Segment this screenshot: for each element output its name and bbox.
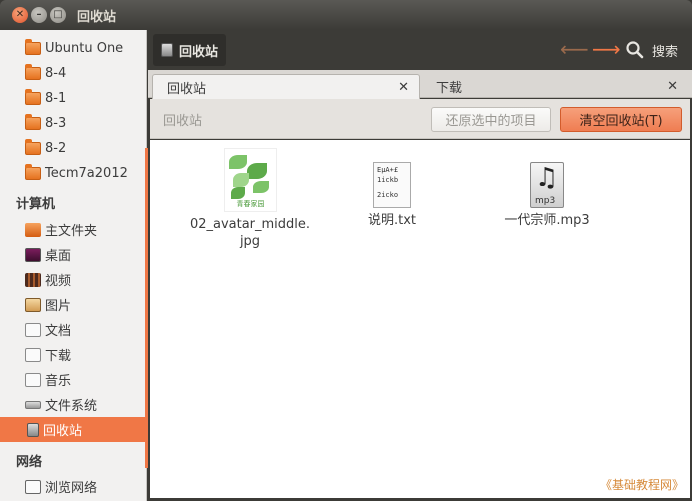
- file-name-line: jpg: [239, 234, 261, 249]
- tab-label: 下载: [436, 81, 463, 96]
- sidebar-item-trash[interactable]: 回收站: [0, 417, 146, 442]
- sidebar-item-documents[interactable]: 文档: [0, 317, 146, 342]
- documents-icon: [25, 322, 41, 337]
- sidebar-heading-computer: 计算机: [16, 197, 56, 212]
- forward-arrow-icon[interactable]: ⟶: [592, 37, 621, 61]
- music-note-icon: ♫: [535, 163, 559, 193]
- sidebar-item-label: 图片: [45, 299, 72, 314]
- file-name-line: 一代宗师.mp3: [504, 213, 590, 228]
- sidebar-item-label: Tecm7a2012: [45, 166, 128, 181]
- sidebar-item-8-1[interactable]: 8-1: [0, 86, 146, 111]
- trash-bar-title: 回收站: [163, 114, 203, 129]
- sidebar-item-label: 8-3: [45, 116, 67, 131]
- file-name-line: 说明.txt: [367, 213, 417, 228]
- folder-icon: [25, 39, 41, 55]
- sidebar-item-8-3[interactable]: 8-3: [0, 111, 146, 136]
- tab-label: 回收站: [167, 81, 207, 97]
- close-window-icon[interactable]: ✕: [12, 7, 28, 23]
- sidebar-scrollbar[interactable]: [145, 148, 148, 468]
- folder-icon: [25, 164, 41, 180]
- trash-icon: [161, 43, 173, 57]
- folder-icon: [25, 139, 41, 155]
- maximize-window-icon[interactable]: □: [50, 7, 66, 23]
- sidebar-item-browse-network[interactable]: 浏览网络: [0, 474, 146, 499]
- sidebar-item-videos[interactable]: 视频: [0, 267, 146, 292]
- image-thumbnail: 青春家园: [223, 148, 277, 212]
- file-extension-label: mp3: [535, 196, 556, 206]
- file-view[interactable]: 青春家园 02_avatar_middle. jpg EµA+£ 1ickb 2…: [150, 140, 690, 498]
- search-label[interactable]: 搜索: [652, 41, 678, 60]
- window-title: 回收站: [77, 10, 117, 25]
- sidebar-item-label: 下载: [45, 349, 72, 364]
- sidebar-item-label: 8-1: [45, 91, 67, 106]
- minimize-window-icon[interactable]: –: [31, 7, 47, 23]
- file-item-audio[interactable]: ♫ mp3 一代宗师.mp3: [477, 162, 617, 229]
- sidebar-item-label: 文档: [45, 324, 72, 339]
- watermark: 《基础教程网》: [600, 478, 685, 492]
- sidebar-item-ubuntu-one[interactable]: Ubuntu One: [0, 36, 146, 61]
- folder-icon: [25, 64, 41, 80]
- sidebar-item-label: 回收站: [43, 424, 83, 439]
- videos-icon: [25, 272, 41, 287]
- sidebar-item-desktop[interactable]: 桌面: [0, 242, 146, 267]
- location-label: 回收站: [179, 44, 219, 60]
- file-item-text[interactable]: EµA+£ 1ickb 2icko 说明.txt: [322, 162, 462, 229]
- audio-file-icon: ♫ mp3: [530, 162, 564, 208]
- home-folder-icon: [25, 222, 41, 237]
- toolbar: 回收站 ⟵ ⟶ 搜索: [148, 30, 692, 70]
- sidebar-item-label: 浏览网络: [45, 481, 98, 496]
- text-preview-line: 1ickb: [377, 176, 399, 184]
- trash-info-bar: 回收站 还原选中的项目 清空回收站(T): [150, 99, 690, 139]
- sidebar-item-label: 8-2: [45, 141, 67, 156]
- thumbnail-caption: 青春家园: [236, 200, 265, 208]
- network-icon: [25, 479, 41, 494]
- sidebar-item-label: 桌面: [45, 249, 72, 264]
- folder-icon: [25, 89, 41, 105]
- search-icon[interactable]: [625, 40, 645, 60]
- close-icon[interactable]: ✕: [667, 79, 678, 94]
- empty-trash-button[interactable]: 清空回收站(T): [560, 107, 682, 132]
- desktop-icon: [25, 247, 41, 262]
- sidebar-item-music[interactable]: 音乐: [0, 367, 146, 392]
- music-icon: [25, 372, 41, 387]
- file-name-line: 02_avatar_middle.: [189, 217, 311, 232]
- title-bar: ✕ – □ 回收站: [0, 0, 692, 30]
- pictures-icon: [25, 297, 41, 312]
- restore-selected-button[interactable]: 还原选中的项目: [431, 107, 551, 132]
- trash-icon: [27, 422, 39, 437]
- filesystem-icon: [25, 400, 41, 409]
- sidebar-item-label: Ubuntu One: [45, 41, 124, 56]
- sidebar-item-home[interactable]: 主文件夹: [0, 217, 146, 242]
- location-button-trash[interactable]: 回收站: [153, 34, 227, 66]
- back-arrow-icon[interactable]: ⟵: [560, 37, 589, 61]
- tab-downloads[interactable]: 下载 ✕: [422, 74, 688, 99]
- tab-trash[interactable]: 回收站 ✕: [152, 74, 420, 99]
- file-item-image[interactable]: 青春家园 02_avatar_middle. jpg: [180, 148, 320, 250]
- sidebar-item-tecm7a2012[interactable]: Tecm7a2012: [0, 161, 146, 186]
- sidebar-item-8-4[interactable]: 8-4: [0, 61, 146, 86]
- downloads-icon: [25, 347, 41, 362]
- sidebar-heading-network: 网络: [16, 455, 43, 470]
- text-preview-line: 2icko: [377, 191, 399, 199]
- sidebar: Ubuntu One 8-4 8-1 8-3 8-2 Tecm7a2012 计算…: [0, 30, 147, 501]
- close-icon[interactable]: ✕: [398, 80, 409, 95]
- sidebar-item-label: 主文件夹: [45, 224, 98, 239]
- sidebar-item-8-2[interactable]: 8-2: [0, 136, 146, 161]
- sidebar-item-downloads[interactable]: 下载: [0, 342, 146, 367]
- sidebar-item-label: 音乐: [45, 374, 72, 389]
- text-file-icon: EµA+£ 1ickb 2icko: [373, 162, 411, 208]
- sidebar-item-label: 8-4: [45, 66, 67, 81]
- sidebar-item-label: 视频: [45, 274, 72, 289]
- sidebar-item-filesystem[interactable]: 文件系统: [0, 392, 146, 417]
- tab-bar: 回收站 ✕ 下载 ✕: [148, 70, 692, 99]
- sidebar-item-label: 文件系统: [45, 399, 98, 414]
- text-preview-line: EµA+£: [377, 166, 399, 174]
- folder-icon: [25, 114, 41, 130]
- sidebar-item-pictures[interactable]: 图片: [0, 292, 146, 317]
